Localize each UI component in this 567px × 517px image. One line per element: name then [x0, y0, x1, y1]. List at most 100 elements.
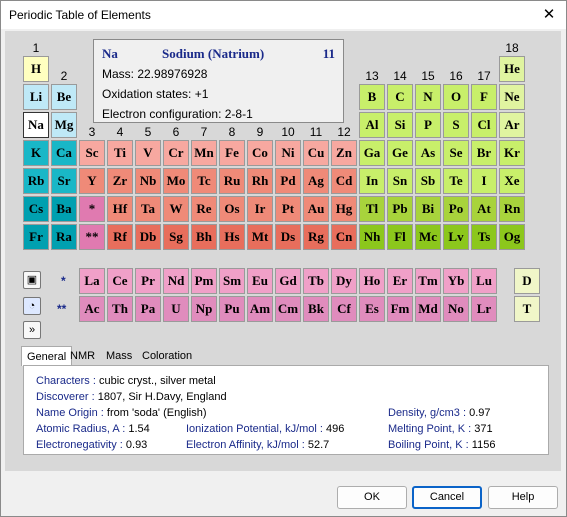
element-Rh[interactable]: Rh: [247, 168, 273, 194]
element-T[interactable]: T: [514, 296, 540, 322]
element-Pa[interactable]: Pa: [135, 296, 161, 322]
element-Mn[interactable]: Mn: [191, 140, 217, 166]
close-icon[interactable]: ✕: [538, 5, 560, 25]
element-star[interactable]: *: [79, 196, 105, 222]
element-Lv[interactable]: Lv: [443, 224, 469, 250]
element-Sc[interactable]: Sc: [79, 140, 105, 166]
element-W[interactable]: W: [163, 196, 189, 222]
help-button[interactable]: Help: [488, 486, 558, 509]
element-Hs[interactable]: Hs: [219, 224, 245, 250]
element-Ce[interactable]: Ce: [107, 268, 133, 294]
element-Si[interactable]: Si: [387, 112, 413, 138]
element-Ts[interactable]: Ts: [471, 224, 497, 250]
element-Te[interactable]: Te: [443, 168, 469, 194]
element-As[interactable]: As: [415, 140, 441, 166]
element-Zr[interactable]: Zr: [107, 168, 133, 194]
element-Pr[interactable]: Pr: [135, 268, 161, 294]
element-Fm[interactable]: Fm: [387, 296, 413, 322]
element-Br[interactable]: Br: [471, 140, 497, 166]
element-Tm[interactable]: Tm: [415, 268, 441, 294]
element-Dy[interactable]: Dy: [331, 268, 357, 294]
element-Sn[interactable]: Sn: [387, 168, 413, 194]
element-Sr[interactable]: Sr: [51, 168, 77, 194]
element-Og[interactable]: Og: [499, 224, 525, 250]
element-Ta[interactable]: Ta: [135, 196, 161, 222]
element-Rn[interactable]: Rn: [499, 196, 525, 222]
element-Yb[interactable]: Yb: [443, 268, 469, 294]
element-Ca[interactable]: Ca: [51, 140, 77, 166]
element-Fr[interactable]: Fr: [23, 224, 49, 250]
element-Ho[interactable]: Ho: [359, 268, 385, 294]
element-Pu[interactable]: Pu: [219, 296, 245, 322]
element-Mo[interactable]: Mo: [163, 168, 189, 194]
element-Se[interactable]: Se: [443, 140, 469, 166]
element-Au[interactable]: Au: [303, 196, 329, 222]
element-Fe[interactable]: Fe: [219, 140, 245, 166]
element-Cf[interactable]: Cf: [331, 296, 357, 322]
element-Kr[interactable]: Kr: [499, 140, 525, 166]
element-Mt[interactable]: Mt: [247, 224, 273, 250]
element-C[interactable]: C: [387, 84, 413, 110]
pie-chart-icon[interactable]: ◔: [23, 297, 41, 315]
element-Mc[interactable]: Mc: [415, 224, 441, 250]
element-Cs[interactable]: Cs: [23, 196, 49, 222]
element-Sb[interactable]: Sb: [415, 168, 441, 194]
element-Bh[interactable]: Bh: [191, 224, 217, 250]
element-Ds[interactable]: Ds: [275, 224, 301, 250]
element-Tb[interactable]: Tb: [303, 268, 329, 294]
element-Pm[interactable]: Pm: [191, 268, 217, 294]
element-Pt[interactable]: Pt: [275, 196, 301, 222]
tab-mass[interactable]: Mass: [101, 346, 137, 366]
element-At[interactable]: At: [471, 196, 497, 222]
element-Li[interactable]: Li: [23, 84, 49, 110]
element-starstar[interactable]: **: [79, 224, 105, 250]
element-Cm[interactable]: Cm: [275, 296, 301, 322]
element-Np[interactable]: Np: [191, 296, 217, 322]
element-Lr[interactable]: Lr: [471, 296, 497, 322]
element-Cd[interactable]: Cd: [331, 168, 357, 194]
element-Cl[interactable]: Cl: [471, 112, 497, 138]
element-No[interactable]: No: [443, 296, 469, 322]
element-Sg[interactable]: Sg: [163, 224, 189, 250]
element-Cn[interactable]: Cn: [331, 224, 357, 250]
element-Db[interactable]: Db: [135, 224, 161, 250]
element-Bk[interactable]: Bk: [303, 296, 329, 322]
element-Pd[interactable]: Pd: [275, 168, 301, 194]
element-Es[interactable]: Es: [359, 296, 385, 322]
element-Na[interactable]: Na: [23, 112, 49, 138]
element-Ti[interactable]: Ti: [107, 140, 133, 166]
element-I[interactable]: I: [471, 168, 497, 194]
element-Rg[interactable]: Rg: [303, 224, 329, 250]
element-Re[interactable]: Re: [191, 196, 217, 222]
element-He[interactable]: He: [499, 56, 525, 82]
element-Ir[interactable]: Ir: [247, 196, 273, 222]
element-N[interactable]: N: [415, 84, 441, 110]
element-Zn[interactable]: Zn: [331, 140, 357, 166]
camera-icon[interactable]: ▣: [23, 271, 41, 289]
element-Cu[interactable]: Cu: [303, 140, 329, 166]
element-Bi[interactable]: Bi: [415, 196, 441, 222]
element-Ag[interactable]: Ag: [303, 168, 329, 194]
element-La[interactable]: La: [79, 268, 105, 294]
element-Co[interactable]: Co: [247, 140, 273, 166]
ok-button[interactable]: OK: [337, 486, 407, 509]
element-Ar[interactable]: Ar: [499, 112, 525, 138]
element-Mg[interactable]: Mg: [51, 112, 77, 138]
element-Gd[interactable]: Gd: [275, 268, 301, 294]
element-Rb[interactable]: Rb: [23, 168, 49, 194]
element-D[interactable]: D: [514, 268, 540, 294]
element-Ra[interactable]: Ra: [51, 224, 77, 250]
element-O[interactable]: O: [443, 84, 469, 110]
element-Ru[interactable]: Ru: [219, 168, 245, 194]
element-K[interactable]: K: [23, 140, 49, 166]
element-Fl[interactable]: Fl: [387, 224, 413, 250]
element-Ac[interactable]: Ac: [79, 296, 105, 322]
element-Al[interactable]: Al: [359, 112, 385, 138]
chevron-double-down-icon[interactable]: »: [23, 321, 41, 339]
element-U[interactable]: U: [163, 296, 189, 322]
element-Nb[interactable]: Nb: [135, 168, 161, 194]
element-Hf[interactable]: Hf: [107, 196, 133, 222]
element-Th[interactable]: Th: [107, 296, 133, 322]
element-Ba[interactable]: Ba: [51, 196, 77, 222]
tab-nmr[interactable]: NMR: [65, 346, 100, 366]
